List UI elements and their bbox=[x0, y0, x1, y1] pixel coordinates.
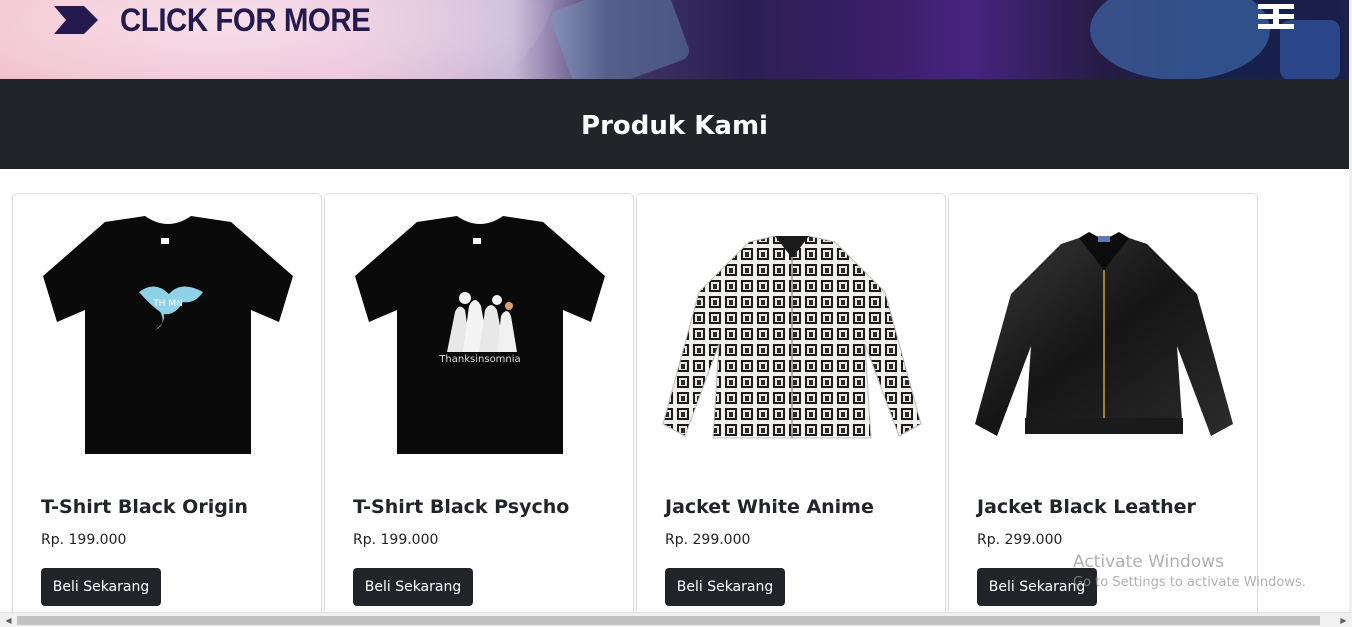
product-card: Jacket Black Leather Rp. 299.000 Beli Se… bbox=[948, 193, 1258, 627]
tshirt-black-origin-image: TH MN bbox=[43, 216, 293, 454]
double-chevron-right-icon bbox=[54, 6, 98, 34]
buy-now-button[interactable]: Beli Sekarang bbox=[353, 568, 473, 606]
product-name[interactable]: T-Shirt Black Psycho bbox=[353, 496, 569, 518]
banner-cta-text[interactable]: CLICK FOR MORE bbox=[120, 1, 371, 39]
product-grid: TH MN T-Shirt Black Origin Rp. 199.000 B… bbox=[12, 193, 1260, 627]
buy-now-button[interactable]: Beli Sekarang bbox=[665, 568, 785, 606]
product-price: Rp. 299.000 bbox=[665, 532, 751, 548]
brand-logo-icon bbox=[1258, 4, 1294, 29]
product-name[interactable]: Jacket White Anime bbox=[665, 496, 874, 518]
product-name[interactable]: T-Shirt Black Origin bbox=[41, 496, 248, 518]
scrollbar-thumb[interactable] bbox=[17, 616, 1320, 625]
product-card: Jacket White Anime Rp. 299.000 Beli Seka… bbox=[636, 193, 946, 627]
horizontal-scrollbar[interactable]: ◀ ▶ bbox=[0, 612, 1352, 627]
banner-decoration bbox=[548, 0, 692, 79]
buy-now-button[interactable]: Beli Sekarang bbox=[41, 568, 161, 606]
section-title: Produk Kami bbox=[581, 111, 768, 141]
product-card: TH MN T-Shirt Black Origin Rp. 199.000 B… bbox=[12, 193, 322, 627]
product-price: Rp. 299.000 bbox=[977, 532, 1063, 548]
product-card: Thanksinsomnia T-Shirt Black Psycho Rp. … bbox=[324, 193, 634, 627]
svg-text:TH MN: TH MN bbox=[152, 299, 183, 309]
product-name[interactable]: Jacket Black Leather bbox=[977, 496, 1196, 518]
jacket-black-leather-image bbox=[975, 232, 1233, 436]
section-header: Produk Kami bbox=[0, 79, 1349, 169]
scroll-right-arrow-icon[interactable]: ▶ bbox=[1335, 613, 1352, 627]
product-price: Rp. 199.000 bbox=[41, 532, 127, 548]
buy-now-button[interactable]: Beli Sekarang bbox=[977, 568, 1097, 606]
tshirt-black-psycho-image: Thanksinsomnia bbox=[355, 216, 605, 454]
banner-decoration bbox=[1090, 0, 1270, 79]
promo-banner[interactable]: CLICK FOR MORE bbox=[0, 0, 1349, 79]
page: CLICK FOR MORE Produk Kami TH MN T-Shirt… bbox=[0, 0, 1352, 627]
product-price: Rp. 199.000 bbox=[353, 532, 439, 548]
jacket-white-anime-image bbox=[662, 235, 922, 439]
scroll-left-arrow-icon[interactable]: ◀ bbox=[0, 613, 17, 627]
svg-text:Thanksinsomnia: Thanksinsomnia bbox=[438, 354, 520, 365]
